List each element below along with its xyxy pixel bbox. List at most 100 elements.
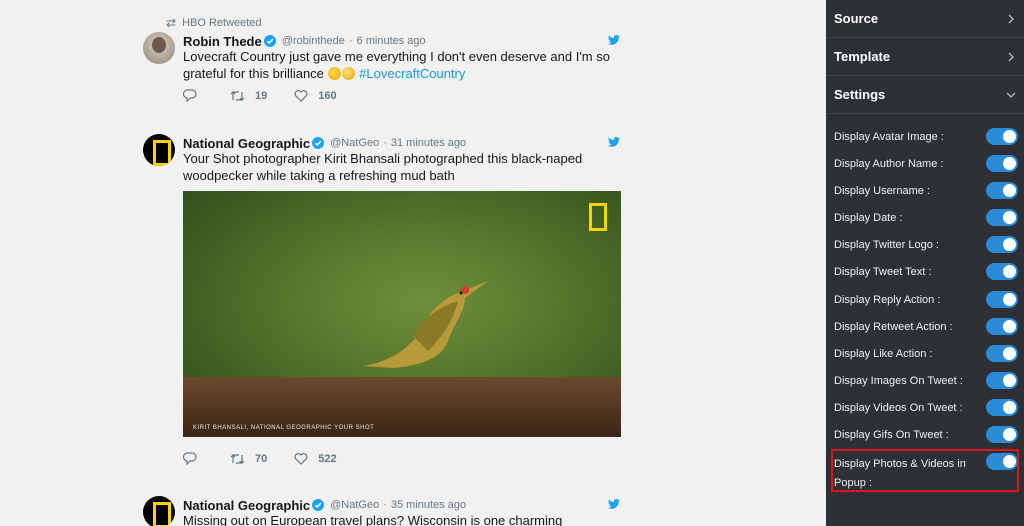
tweet-time[interactable]: 35 minutes ago	[391, 499, 466, 511]
toggle-switch[interactable]	[986, 372, 1018, 389]
avatar[interactable]	[143, 32, 175, 64]
tweet-text: Missing out on European travel plans? Wi…	[183, 513, 563, 526]
separator-dot: ·	[348, 35, 353, 47]
crying-face-emoji	[327, 67, 341, 80]
like-button[interactable]: 160	[294, 89, 337, 102]
setting-label: Display Author Name :	[834, 157, 944, 170]
tweet-text: Lovecraft Country just gave me everythin…	[183, 48, 625, 82]
tweet-photo[interactable]: KIRIT BHANSALI, NATIONAL GEOGRAPHIC YOUR…	[183, 191, 621, 437]
verified-badge-icon	[312, 499, 325, 511]
author-name[interactable]: Robin Thede	[183, 34, 262, 49]
toggle-switch[interactable]	[986, 263, 1018, 280]
tweet-time[interactable]: 31 minutes ago	[391, 137, 466, 149]
like-button[interactable]: 522	[294, 452, 337, 465]
section-template[interactable]: Template	[826, 38, 1024, 76]
twitter-bird-icon[interactable]	[608, 499, 620, 509]
chevron-right-icon	[1008, 14, 1014, 23]
setting-gifs-on-tweet: Display Gifs On Tweet :	[834, 426, 1018, 443]
retweet-button[interactable]: 19	[230, 90, 267, 102]
tweet-feed: ⇄ HBO Retweeted Robin Thede @robinthede …	[0, 0, 826, 526]
setting-label: Display Twitter Logo :	[834, 238, 939, 251]
setting-videos-on-tweet: Display Videos On Tweet :	[834, 399, 1018, 416]
setting-avatar-image: Display Avatar Image :	[834, 128, 1018, 145]
author-name[interactable]: National Geographic	[183, 498, 310, 513]
photo-caption: KIRIT BHANSALI, NATIONAL GEOGRAPHIC YOUR…	[193, 425, 375, 431]
setting-label: Display Gifs On Tweet :	[834, 428, 949, 441]
retweet-icon	[230, 90, 245, 101]
author-name[interactable]: National Geographic	[183, 136, 310, 151]
retweet-icon: ⇄	[166, 16, 177, 30]
like-count: 160	[318, 89, 337, 102]
verified-badge-icon	[312, 137, 325, 149]
author-handle[interactable]: @robinthede	[282, 35, 345, 47]
reply-button[interactable]	[183, 452, 197, 465]
toggle-switch[interactable]	[986, 128, 1018, 145]
tweet: National Geographic @NatGeo · 35 minutes…	[143, 496, 623, 526]
setting-label: Display Avatar Image :	[834, 130, 944, 143]
avatar[interactable]	[143, 496, 175, 526]
tweet-text: Your Shot photographer Kirit Bhansali ph…	[183, 151, 583, 183]
toggle-switch[interactable]	[986, 236, 1018, 253]
setting-label: Display Retweet Action :	[834, 320, 953, 333]
toggle-switch[interactable]	[986, 291, 1018, 308]
setting-label: Display Username :	[834, 184, 930, 197]
retweet-count: 70	[255, 452, 268, 465]
author-handle[interactable]: @NatGeo	[330, 137, 379, 149]
toggle-switch[interactable]	[986, 399, 1018, 416]
setting-label: Dispay Images On Tweet :	[834, 374, 963, 387]
toggle-switch[interactable]	[986, 318, 1018, 335]
tweet-actions: 70 522	[183, 452, 337, 465]
tweet: Robin Thede @robinthede · 6 minutes ago …	[143, 32, 623, 112]
author-handle[interactable]: @NatGeo	[330, 499, 379, 511]
section-title: Source	[834, 11, 879, 26]
setting-date: Display Date :	[834, 209, 1018, 226]
reply-icon	[183, 452, 197, 465]
heart-icon	[294, 89, 308, 102]
section-title: Template	[834, 49, 891, 64]
astonished-face-emoji	[341, 67, 355, 80]
setting-reply-action: Display Reply Action :	[834, 291, 1018, 308]
heart-icon	[294, 452, 308, 465]
setting-retweet-action: Display Retweet Action :	[834, 318, 1018, 335]
retweet-icon	[230, 453, 245, 464]
avatar[interactable]	[143, 134, 175, 166]
setting-label: Display Videos On Tweet :	[834, 401, 963, 414]
setting-label: Display Tweet Text :	[834, 265, 932, 278]
toggle-switch[interactable]	[986, 426, 1018, 443]
toggle-switch[interactable]	[986, 345, 1018, 362]
chevron-right-icon	[1008, 52, 1014, 61]
reply-button[interactable]	[183, 89, 197, 102]
toggle-switch[interactable]	[986, 155, 1018, 172]
hashtag-link[interactable]: #LovecraftCountry	[359, 66, 465, 81]
setting-label: Display Like Action :	[834, 347, 933, 360]
section-source[interactable]: Source	[826, 0, 1024, 38]
section-settings[interactable]: Settings	[826, 76, 1024, 114]
separator-dot: ·	[383, 499, 387, 511]
retweet-count: 19	[255, 89, 268, 102]
highlight-box	[831, 449, 1019, 492]
settings-panel: Source Template Settings Display Avatar …	[826, 0, 1024, 526]
woodpecker-illustration	[363, 281, 488, 368]
reply-icon	[183, 89, 197, 102]
setting-twitter-logo: Display Twitter Logo :	[834, 236, 1018, 253]
setting-label: Display Date :	[834, 211, 903, 224]
setting-author-name: Display Author Name :	[834, 155, 1018, 172]
setting-like-action: Display Like Action :	[834, 345, 1018, 362]
chevron-down-icon	[1006, 92, 1016, 98]
verified-badge-icon	[263, 35, 276, 47]
setting-tweet-text: Display Tweet Text :	[834, 263, 1018, 280]
separator-dot: ·	[383, 137, 387, 149]
toggle-switch[interactable]	[986, 182, 1018, 199]
toggle-switch[interactable]	[986, 209, 1018, 226]
tweet: National Geographic @NatGeo · 31 minutes…	[143, 134, 623, 474]
retweet-button[interactable]: 70	[230, 453, 267, 465]
twitter-bird-icon[interactable]	[608, 137, 620, 147]
tweet-time[interactable]: 6 minutes ago	[357, 35, 426, 47]
twitter-bird-icon[interactable]	[608, 35, 620, 45]
like-count: 522	[318, 452, 337, 465]
setting-label: Display Reply Action :	[834, 293, 941, 306]
natgeo-logo	[589, 203, 607, 231]
tweet-actions: 19 160	[183, 89, 337, 102]
retweet-note-text: HBO Retweeted	[182, 17, 262, 29]
section-title: Settings	[834, 87, 886, 102]
